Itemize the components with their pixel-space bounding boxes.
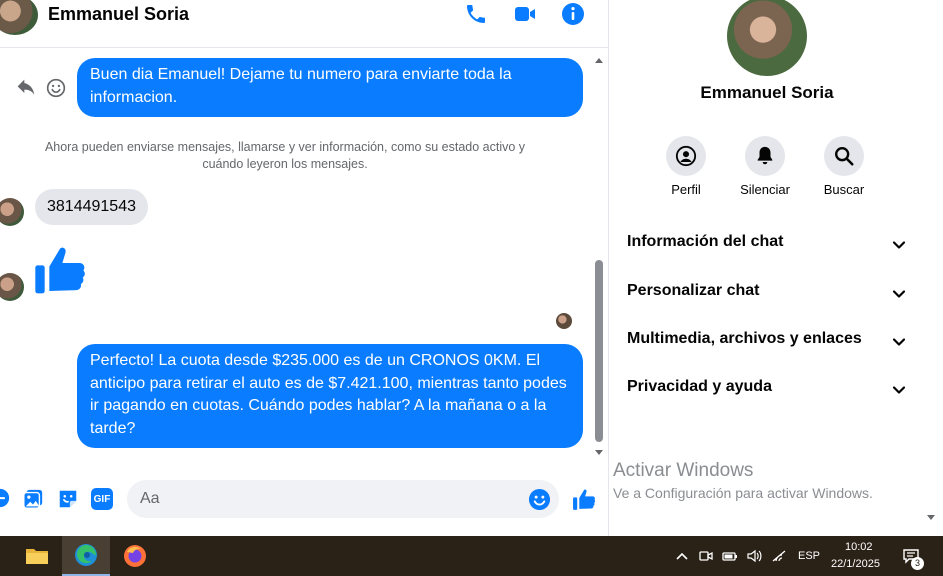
chat-header: Emmanuel Soria	[0, 0, 608, 48]
message-composer: GIF	[0, 476, 608, 524]
reply-icon[interactable]	[15, 78, 37, 98]
emoji-reaction-icon[interactable]	[46, 78, 66, 98]
contact-avatar-small[interactable]	[0, 273, 24, 301]
firefox-taskbar-button[interactable]	[111, 536, 159, 576]
section-customize-chat[interactable]: Personalizar chat	[627, 282, 909, 312]
search-action[interactable]: Buscar	[804, 136, 884, 197]
action-label: Silenciar	[740, 182, 790, 197]
info-icon[interactable]	[561, 2, 585, 26]
activation-watermark-subtitle: Ve a Configuración para activar Windows.	[613, 485, 873, 501]
chevron-down-icon	[892, 241, 906, 249]
contact-profile-name[interactable]: Emmanuel Soria	[609, 83, 925, 103]
system-notice: Ahora pueden enviarse mensajes, llamarse…	[44, 140, 526, 171]
contact-avatar-small[interactable]	[0, 198, 24, 226]
clock-time[interactable]: 10:02	[845, 541, 873, 553]
more-actions-icon[interactable]	[0, 488, 10, 508]
search-icon[interactable]	[824, 136, 864, 176]
message-scrollbar-thumb[interactable]	[595, 260, 603, 442]
incoming-message[interactable]: 3814491543	[35, 189, 148, 225]
edge-browser-icon	[75, 544, 97, 566]
windows-taskbar: ESP 10:02 22/1/2025 3	[0, 536, 943, 576]
section-label: Privacidad y ayuda	[627, 378, 772, 395]
section-media-files-links[interactable]: Multimedia, archivos y enlaces	[627, 330, 909, 360]
outgoing-message[interactable]: Buen dia Emanuel! Dejame tu numero para …	[77, 58, 583, 117]
video-camera-icon[interactable]	[513, 2, 537, 26]
profile-icon[interactable]	[666, 136, 706, 176]
chat-panel: Emmanuel Soria Buen dia Emanuel! Dejame …	[0, 0, 608, 536]
firefox-icon	[124, 545, 146, 567]
profile-action[interactable]: Perfil	[646, 136, 726, 197]
chevron-down-icon	[892, 386, 906, 394]
section-label: Personalizar chat	[627, 282, 760, 299]
activation-watermark-title: Activar Windows	[613, 460, 754, 481]
edge-taskbar-button[interactable]	[62, 536, 110, 576]
message-list[interactable]: Buen dia Emanuel! Dejame tu numero para …	[0, 48, 594, 466]
file-explorer-taskbar-button[interactable]	[13, 536, 61, 576]
volume-icon[interactable]	[746, 548, 762, 564]
photo-gallery-icon[interactable]	[22, 488, 44, 510]
emoji-picker-icon[interactable]	[528, 488, 551, 511]
scroll-down-arrow-icon[interactable]	[926, 514, 936, 522]
mute-action[interactable]: Silenciar	[725, 136, 805, 197]
contact-avatar[interactable]	[0, 0, 38, 35]
scroll-up-arrow-icon[interactable]	[594, 56, 604, 64]
messenger-app: Emmanuel Soria Buen dia Emanuel! Dejame …	[0, 0, 943, 536]
read-receipt-avatar	[556, 313, 572, 329]
meet-now-icon[interactable]	[698, 548, 714, 564]
section-chat-info[interactable]: Información del chat	[627, 233, 909, 263]
thumbs-up-icon[interactable]	[33, 242, 89, 298]
chevron-up-icon[interactable]	[674, 548, 690, 564]
notification-count-badge: 3	[911, 557, 924, 570]
phone-icon[interactable]	[464, 2, 488, 26]
battery-icon[interactable]	[722, 548, 738, 564]
section-label: Multimedia, archivos y enlaces	[627, 330, 862, 347]
gif-button[interactable]: GIF	[91, 488, 113, 510]
wifi-icon[interactable]	[771, 548, 787, 564]
folder-icon	[26, 549, 48, 564]
message-input[interactable]	[127, 480, 559, 518]
chat-info-panel: Emmanuel Soria Perfil Silenciar Buscar I…	[609, 0, 943, 536]
send-like-icon[interactable]	[572, 487, 597, 512]
bell-icon[interactable]	[745, 136, 785, 176]
sticker-icon[interactable]	[57, 488, 79, 510]
section-label: Información del chat	[627, 233, 784, 250]
chevron-down-icon	[892, 338, 906, 346]
contact-profile-photo[interactable]	[727, 0, 807, 76]
action-label: Perfil	[671, 182, 701, 197]
section-privacy-help[interactable]: Privacidad y ayuda	[627, 378, 909, 408]
chevron-down-icon	[892, 290, 906, 298]
contact-name[interactable]: Emmanuel Soria	[48, 4, 189, 25]
scroll-down-arrow-icon[interactable]	[594, 449, 604, 457]
input-language[interactable]: ESP	[798, 550, 820, 562]
action-label: Buscar	[823, 182, 865, 197]
outgoing-message[interactable]: Perfecto! La cuota desde $235.000 es de …	[77, 344, 583, 448]
clock-date[interactable]: 22/1/2025	[831, 558, 880, 570]
